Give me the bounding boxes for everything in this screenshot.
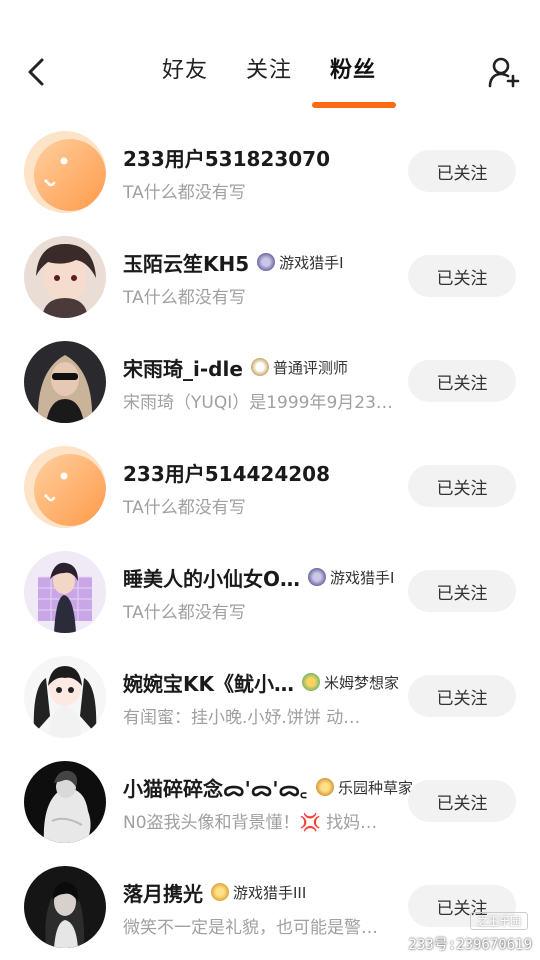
- hunter-badge-icon: [257, 253, 276, 271]
- avatar[interactable]: [24, 551, 106, 633]
- avatar[interactable]: [24, 446, 106, 528]
- followed-button[interactable]: 已关注: [408, 570, 516, 612]
- name-line: 233用户531823070: [123, 142, 330, 172]
- reviewer-badge-icon: [250, 358, 269, 376]
- hunter-badge-icon: [308, 568, 327, 586]
- tab-following[interactable]: 关注: [246, 52, 292, 84]
- followed-button[interactable]: 已关注: [408, 150, 516, 192]
- user-badge: 游戏猎手III: [211, 882, 306, 903]
- list-item[interactable]: 玉陌云笙KH5 游戏猎手I TA什么都没有写 已关注: [0, 225, 540, 330]
- list-item[interactable]: 婉婉宝KK《鱿小… 米姆梦想家 有闺蜜：挂小晚.小妤.饼饼 动… 已关注: [0, 645, 540, 750]
- user-badge: 游戏猎手I: [308, 567, 394, 588]
- avatar[interactable]: [24, 341, 106, 423]
- tab-friends[interactable]: 好友: [162, 52, 208, 84]
- user-name: 玉陌云笙KH5: [123, 251, 250, 276]
- avatar[interactable]: [24, 131, 106, 213]
- user-bio: TA什么都没有写: [123, 603, 246, 623]
- name-line: 睡美人的小仙女O… 游戏猎手I: [123, 562, 394, 592]
- badge-label: 游戏猎手I: [279, 253, 344, 272]
- followed-button[interactable]: 已关注: [408, 255, 516, 297]
- user-bio: N0盗我头像和背景懂！💢 找妈…: [123, 813, 378, 833]
- list-item[interactable]: 233用户531823070 TA什么都没有写 已关注: [0, 120, 540, 225]
- top-bar: 好友 关注 粉丝: [0, 0, 540, 120]
- badge-label: 乐园种草家: [337, 778, 413, 797]
- list-item[interactable]: 睡美人的小仙女O… 游戏猎手I TA什么都没有写 已关注: [0, 540, 540, 645]
- watermark-logo: 之王乐园: [470, 912, 528, 930]
- dreamer-badge-icon: [302, 673, 320, 691]
- followed-button[interactable]: 已关注: [408, 360, 516, 402]
- badge-label: 游戏猎手I: [330, 568, 395, 587]
- badge-label: 普通评测师: [272, 358, 348, 377]
- add-friend-button[interactable]: [484, 54, 524, 94]
- badge-label: 米姆梦想家: [324, 673, 400, 692]
- user-bio: TA什么都没有写: [123, 183, 246, 203]
- user-badge: 米姆梦想家: [302, 672, 399, 693]
- user-name: 小猫碎碎念ᯅ'ᯅ'ᯅ꜀ᶻᶻᶻ: [123, 776, 308, 801]
- user-badge: 普通评测师: [250, 357, 348, 378]
- list-item[interactable]: 小猫碎碎念ᯅ'ᯅ'ᯅ꜀ᶻᶻᶻ 乐园种草家 N0盗我头像和背景懂！💢 找妈… 已关…: [0, 750, 540, 855]
- user-name: 233用户531823070: [123, 146, 330, 171]
- fans-list: 233用户531823070 TA什么都没有写 已关注 玉陌云笙KH5 游戏猎手…: [0, 120, 540, 960]
- name-line: 小猫碎碎念ᯅ'ᯅ'ᯅ꜀ᶻᶻᶻ 乐园种草家: [123, 772, 413, 802]
- followed-button[interactable]: 已关注: [408, 780, 516, 822]
- user-bio: TA什么都没有写: [123, 498, 246, 518]
- user-name: 233用户514424208: [123, 461, 330, 486]
- user-name: 宋雨琦_i-dle: [123, 356, 243, 381]
- hunter-badge-icon: [211, 883, 229, 901]
- user-name: 睡美人的小仙女O…: [123, 566, 301, 591]
- avatar[interactable]: [24, 236, 106, 318]
- name-line: 落月携光 游戏猎手III: [123, 877, 306, 907]
- user-bio: TA什么都没有写: [123, 288, 246, 308]
- user-badge: 乐园种草家: [315, 777, 413, 798]
- list-item[interactable]: 233用户514424208 TA什么都没有写 已关注: [0, 435, 540, 540]
- watermark: 233号:239670619: [408, 937, 532, 953]
- name-line: 玉陌云笙KH5 游戏猎手I: [123, 247, 344, 277]
- tab-bar: 好友 关注 粉丝: [0, 52, 540, 102]
- name-line: 233用户514424208: [123, 457, 330, 487]
- name-line: 婉婉宝KK《鱿小… 米姆梦想家: [123, 667, 399, 697]
- avatar[interactable]: [24, 656, 106, 738]
- add-user-icon: [487, 55, 521, 93]
- name-line: 宋雨琦_i-dle 普通评测师: [123, 352, 348, 382]
- active-tab-indicator: [312, 102, 396, 108]
- user-name: 落月携光: [123, 881, 203, 906]
- avatar[interactable]: [24, 761, 106, 843]
- followed-button[interactable]: 已关注: [408, 465, 516, 507]
- user-bio: 微笑不一定是礼貌，也可能是警…: [123, 918, 378, 938]
- followed-button[interactable]: 已关注: [408, 675, 516, 717]
- badge-label: 游戏猎手III: [233, 883, 307, 902]
- user-bio: 宋雨琦（YUQI）是1999年9月23…: [123, 393, 393, 413]
- planter-badge-icon: [315, 778, 334, 796]
- avatar[interactable]: [24, 866, 106, 948]
- list-item[interactable]: 宋雨琦_i-dle 普通评测师 宋雨琦（YUQI）是1999年9月23… 已关注: [0, 330, 540, 435]
- user-badge: 游戏猎手I: [257, 252, 344, 273]
- tab-fans[interactable]: 粉丝: [330, 52, 376, 84]
- user-name: 婉婉宝KK《鱿小…: [123, 671, 294, 696]
- user-bio: 有闺蜜：挂小晚.小妤.饼饼 动…: [123, 708, 361, 728]
